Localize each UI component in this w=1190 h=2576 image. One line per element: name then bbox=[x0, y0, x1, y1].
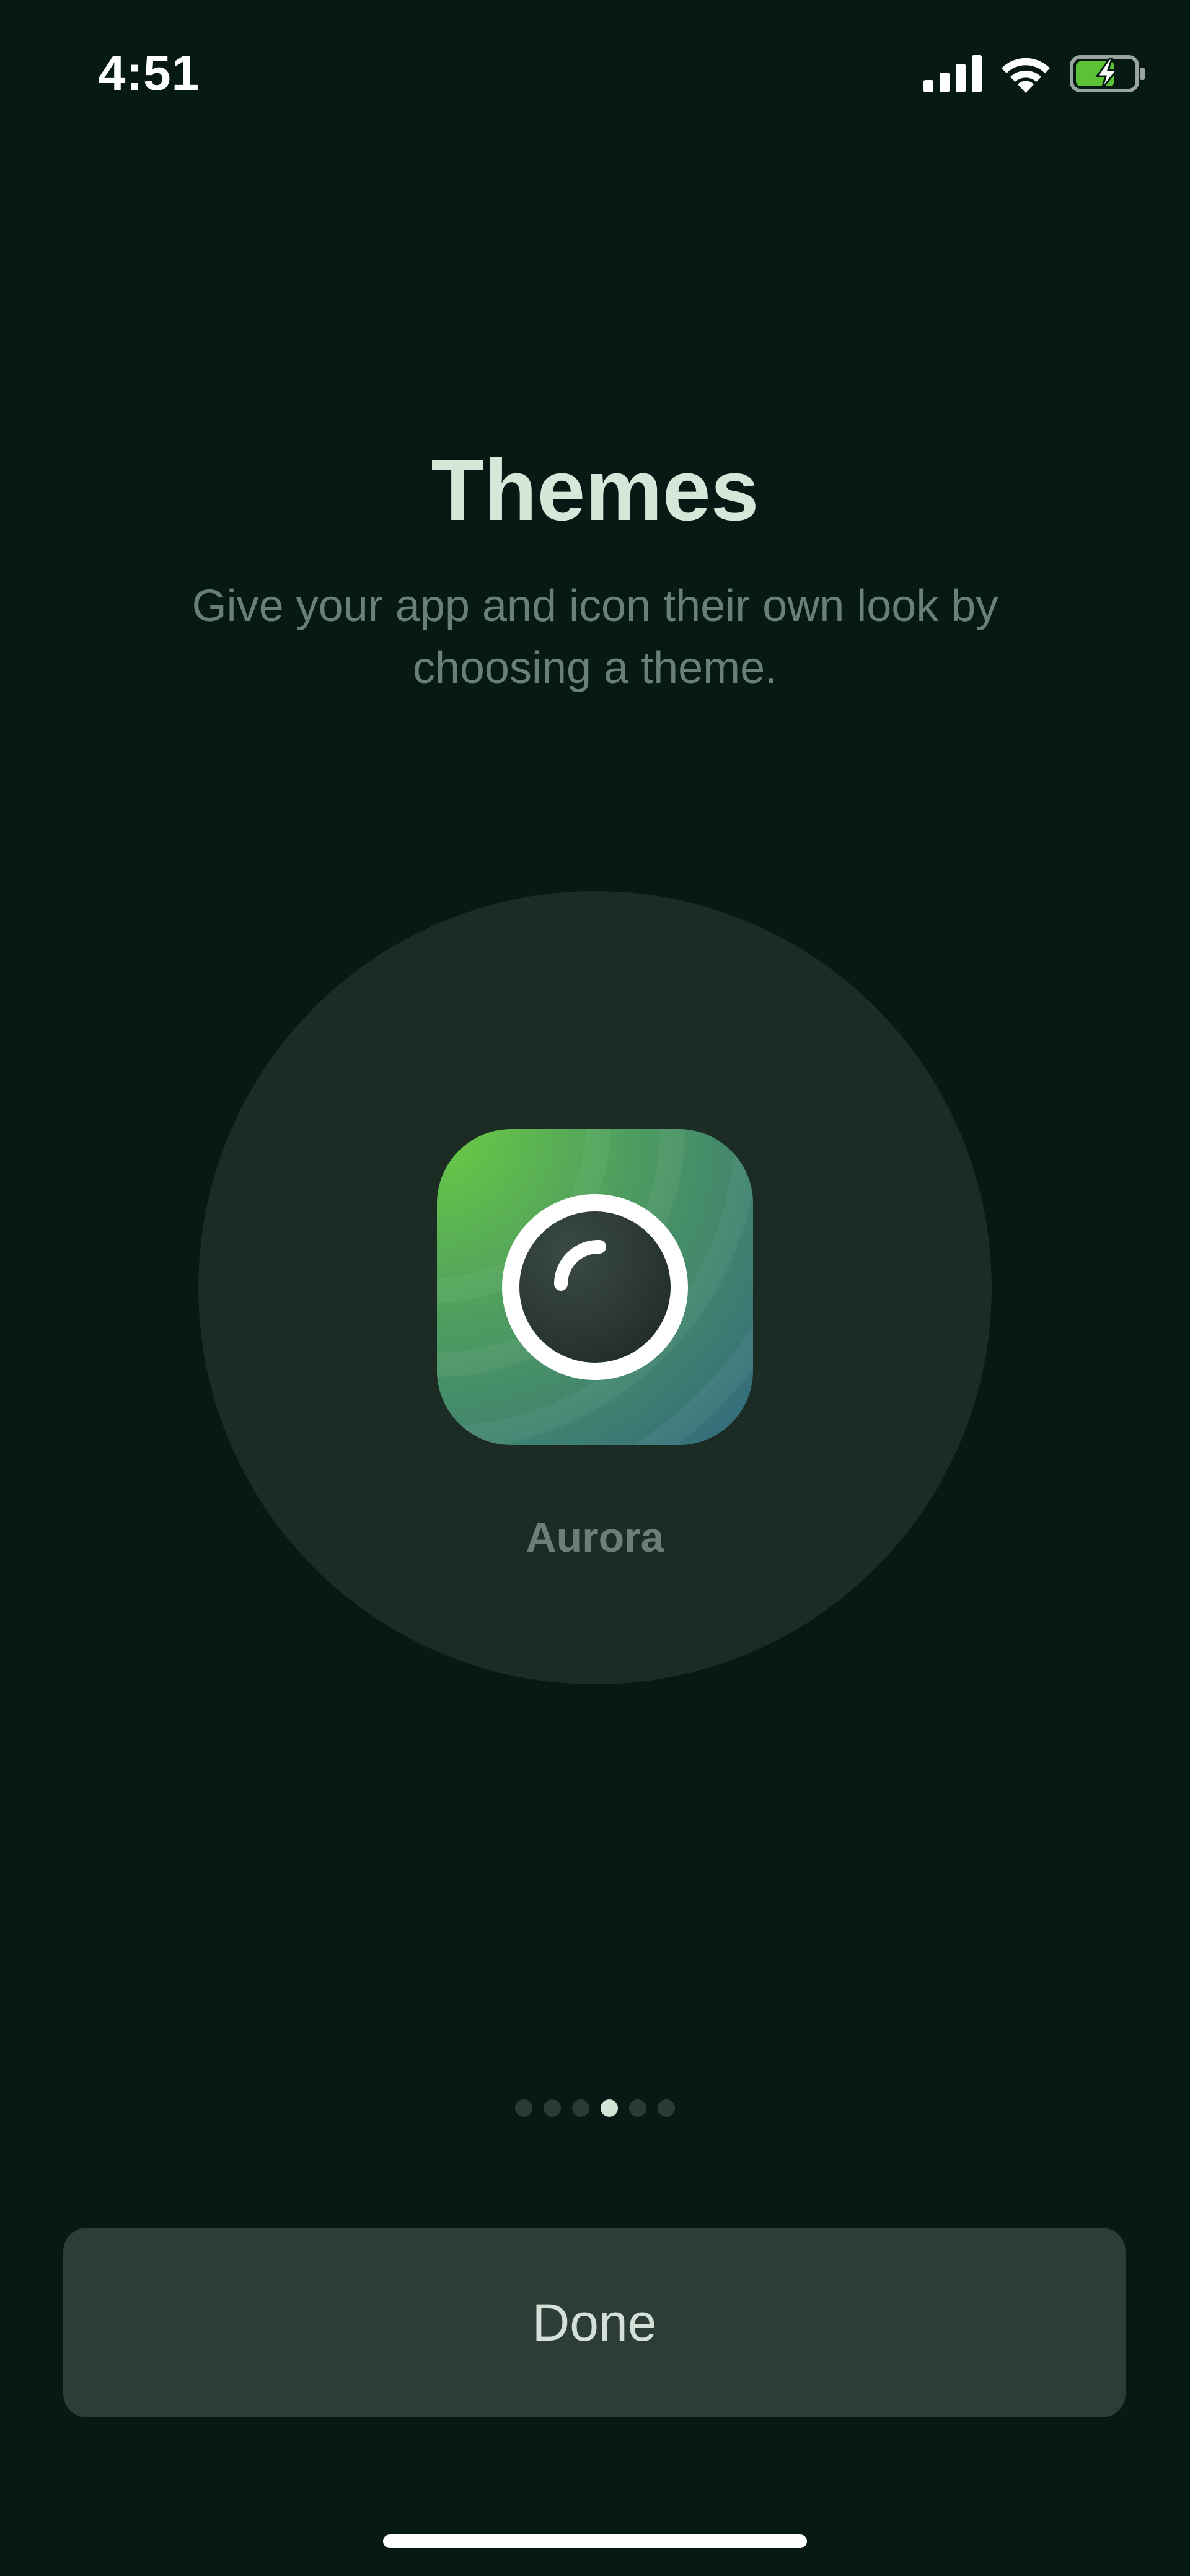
page-dot[interactable] bbox=[544, 2099, 561, 2117]
page-subtitle: Give your app and icon their own look by… bbox=[192, 581, 998, 693]
theme-name: Aurora bbox=[526, 1514, 664, 1561]
wifi-icon bbox=[1002, 58, 1050, 93]
home-indicator[interactable] bbox=[383, 2534, 807, 2548]
page-title: Themes bbox=[431, 441, 759, 538]
page-dot-active[interactable] bbox=[601, 2099, 618, 2117]
status-time: 4:51 bbox=[98, 45, 200, 100]
status-icons bbox=[923, 55, 1147, 93]
battery-charging-icon bbox=[1070, 55, 1145, 92]
done-button-label: Done bbox=[532, 2293, 657, 2352]
aurora-camera-app-icon[interactable] bbox=[437, 1129, 753, 1445]
page-dot[interactable] bbox=[629, 2099, 646, 2117]
onboarding-themes-screen: 4:51 Themes Give your app and icon their… bbox=[0, 0, 1190, 2576]
page-indicator[interactable] bbox=[0, 2099, 1190, 2117]
done-button[interactable]: Done bbox=[63, 2228, 1126, 2417]
cellular-signal-icon bbox=[923, 55, 982, 92]
page-dot[interactable] bbox=[572, 2099, 589, 2117]
page-dot[interactable] bbox=[658, 2099, 675, 2117]
page-dot[interactable] bbox=[515, 2099, 532, 2117]
